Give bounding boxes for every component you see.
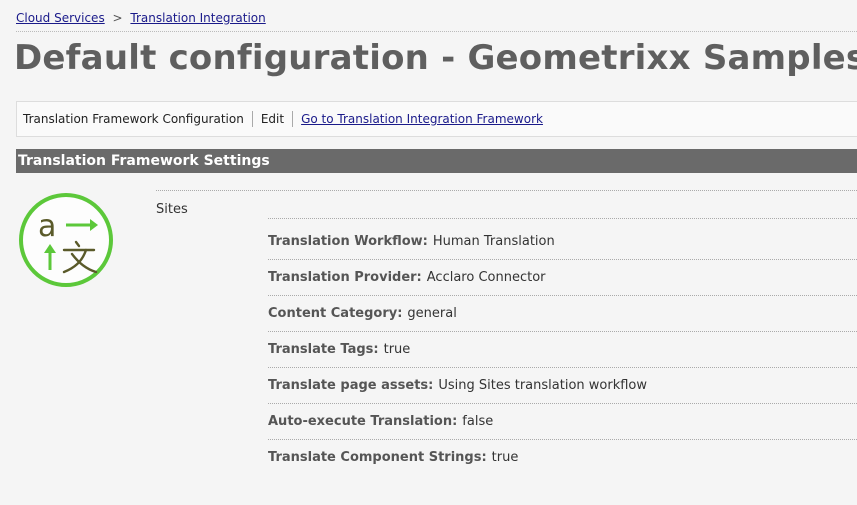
- setting-content-category: Content Category: general: [268, 296, 857, 332]
- goto-translation-framework-link[interactable]: Go to Translation Integration Framework: [301, 112, 543, 126]
- setting-key: Translation Provider:: [268, 270, 422, 285]
- setting-key: Content Category:: [268, 306, 403, 321]
- page-title: Default configuration - Geometrixx Sampl…: [14, 38, 857, 78]
- setting-value: true: [491, 450, 519, 465]
- settings-list: Translation Workflow: Human Translation …: [268, 224, 857, 475]
- setting-key: Auto-execute Translation:: [268, 414, 458, 429]
- toolbar: Translation Framework Configuration Edit…: [16, 101, 857, 137]
- edit-button[interactable]: Edit: [261, 112, 284, 126]
- breadcrumb-cloud-services[interactable]: Cloud Services: [16, 11, 105, 25]
- breadcrumb: Cloud Services > Translation Integration: [16, 11, 266, 25]
- toolbar-divider: [251, 111, 253, 127]
- breadcrumb-separator: >: [112, 11, 123, 25]
- setting-key: Translate Tags:: [268, 342, 379, 357]
- setting-translation-provider: Translation Provider: Acclaro Connector: [268, 260, 857, 296]
- section-header: Translation Framework Settings: [16, 149, 857, 173]
- setting-translation-workflow: Translation Workflow: Human Translation: [268, 224, 857, 260]
- divider: [156, 190, 857, 191]
- toolbar-config-label: Translation Framework Configuration: [23, 112, 244, 126]
- divider: [268, 218, 857, 219]
- svg-text:a: a: [38, 209, 56, 244]
- translation-icon: a: [19, 193, 113, 287]
- setting-key: Translate Component Strings:: [268, 450, 487, 465]
- setting-key: Translate page assets:: [268, 378, 434, 393]
- setting-key: Translation Workflow:: [268, 234, 428, 249]
- setting-value: Using Sites translation workflow: [438, 378, 647, 393]
- setting-value: Human Translation: [432, 234, 555, 249]
- breadcrumb-translation-integration[interactable]: Translation Integration: [130, 11, 265, 25]
- setting-value: true: [383, 342, 411, 357]
- divider: [16, 31, 857, 32]
- setting-translate-tags: Translate Tags: true: [268, 332, 857, 368]
- setting-auto-execute-translation: Auto-execute Translation: false: [268, 404, 857, 440]
- setting-translate-page-assets: Translate page assets: Using Sites trans…: [268, 368, 857, 404]
- setting-value: Acclaro Connector: [426, 270, 546, 285]
- toolbar-divider: [292, 111, 294, 127]
- setting-value: false: [462, 414, 494, 429]
- section-title: Translation Framework Settings: [18, 153, 270, 169]
- setting-value: general: [407, 306, 457, 321]
- setting-translate-component-strings: Translate Component Strings: true: [268, 440, 857, 475]
- sites-label: Sites: [156, 202, 188, 217]
